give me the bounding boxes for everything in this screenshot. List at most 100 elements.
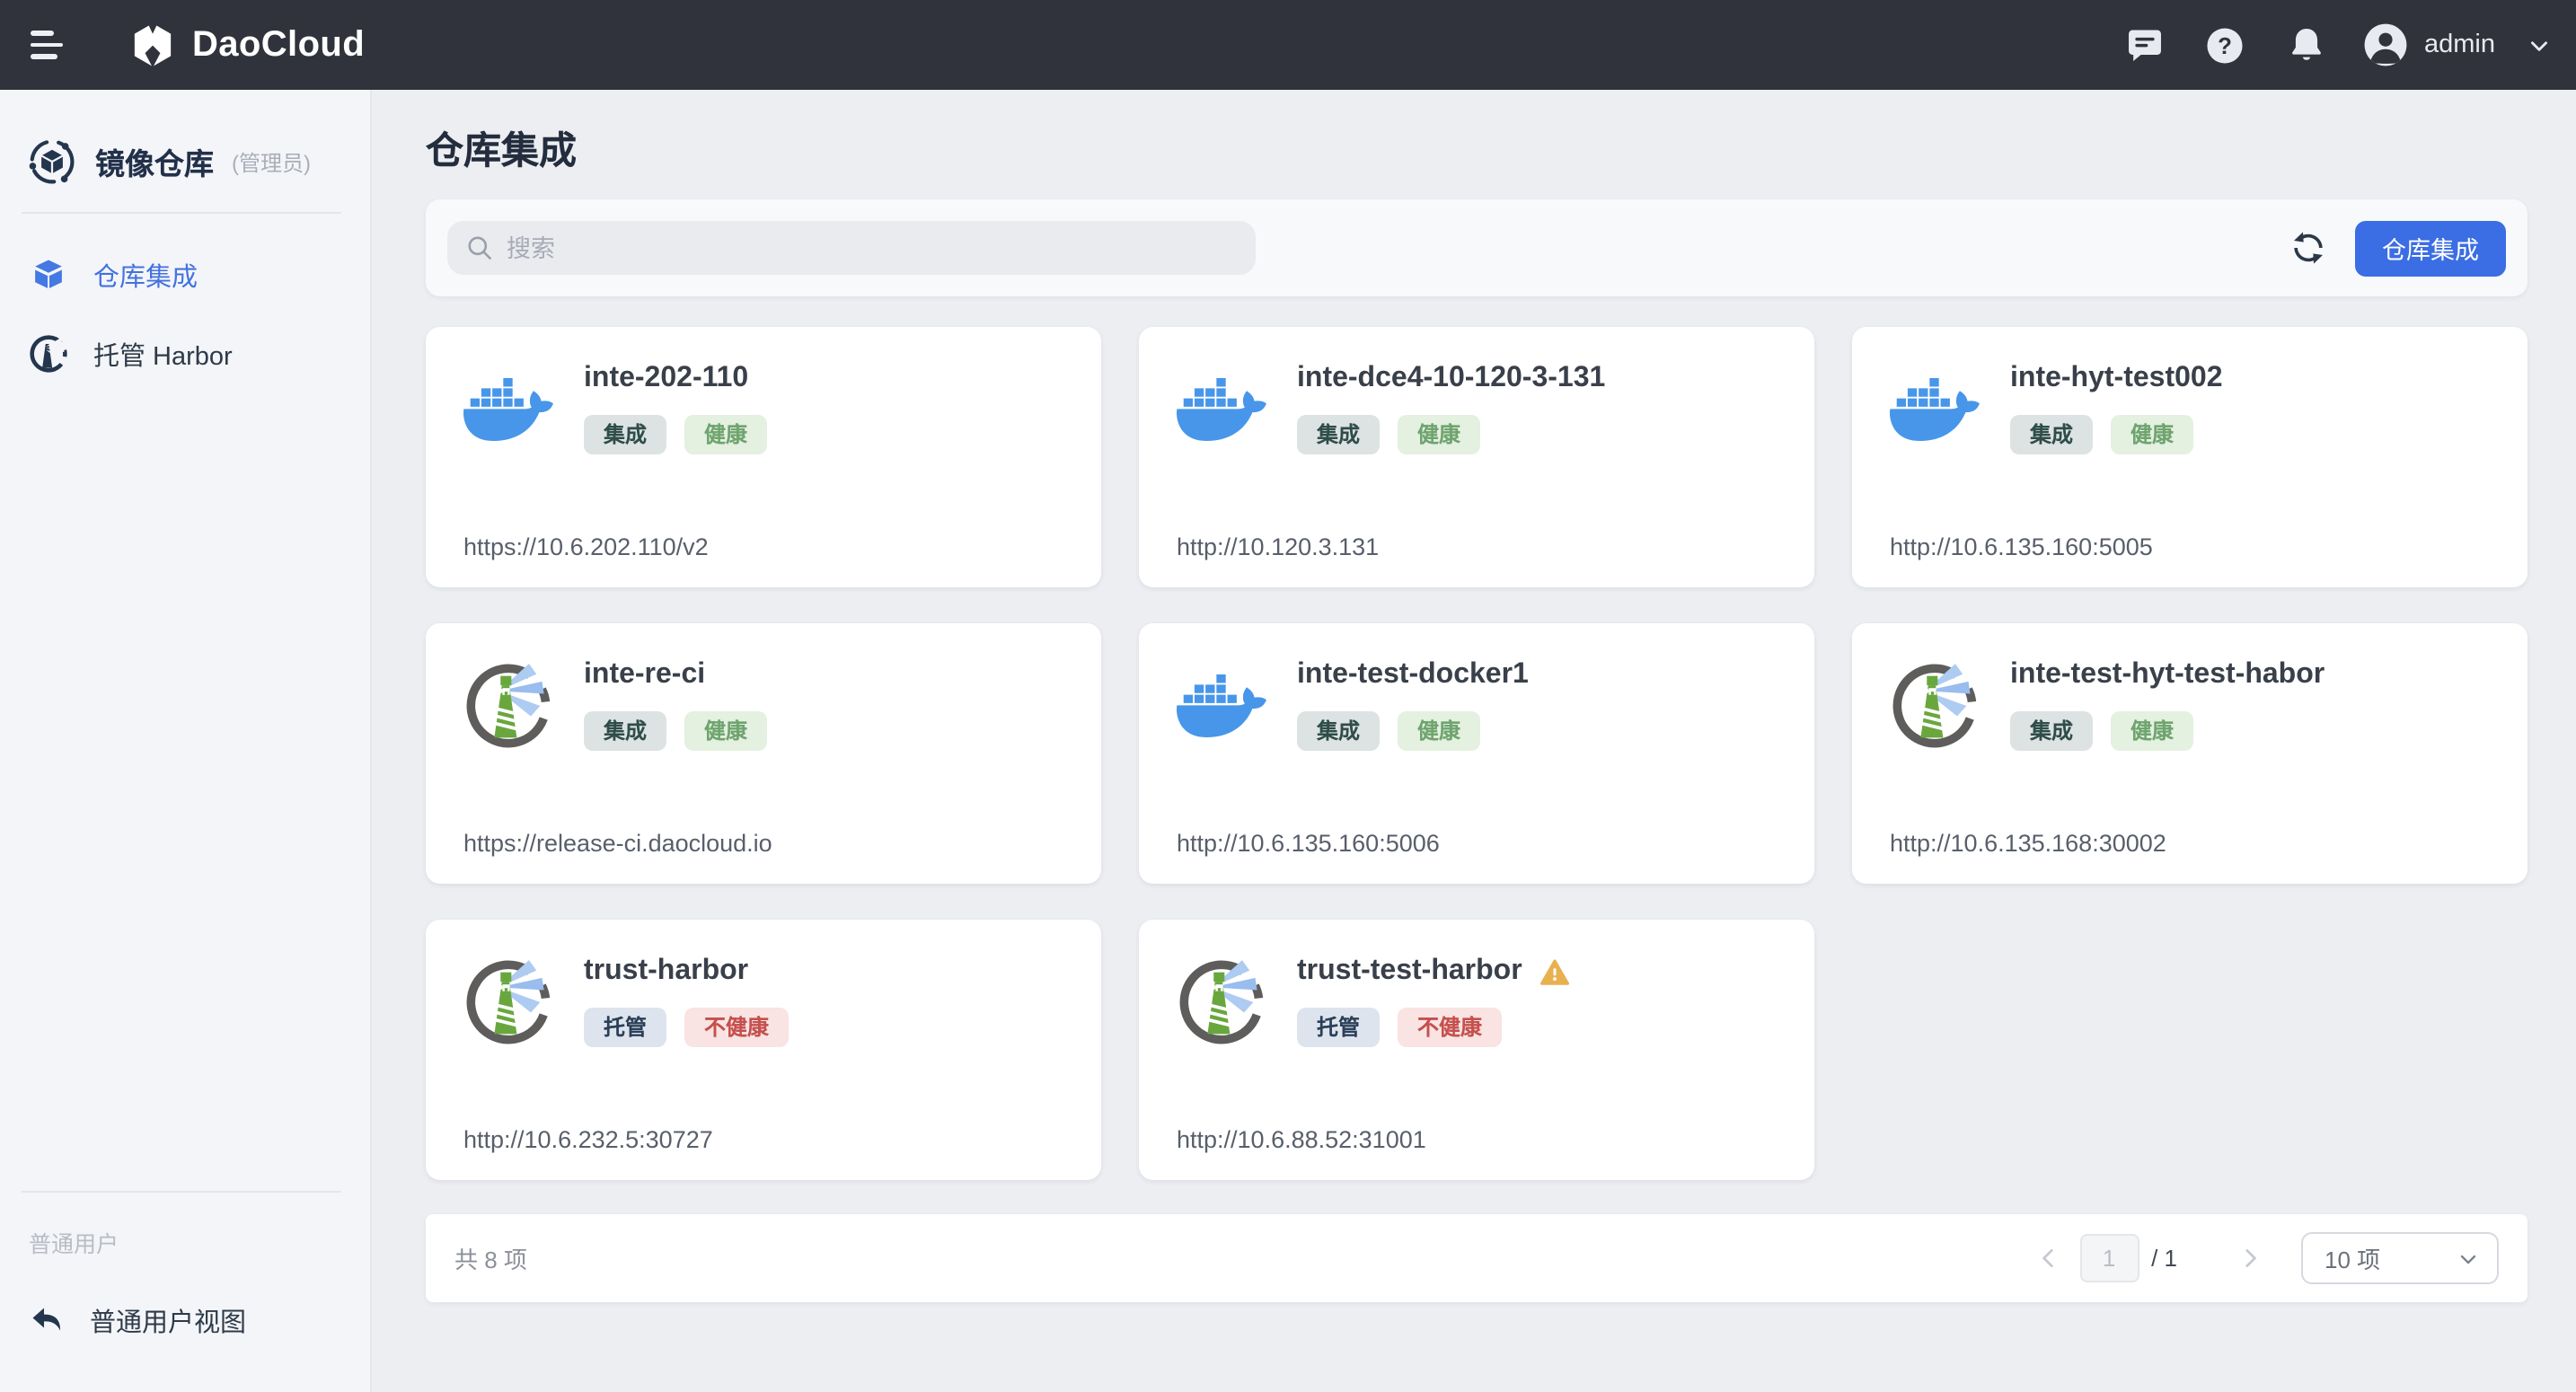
user-avatar-icon [2361, 22, 2408, 68]
registry-url: http://10.6.135.168:30002 [1890, 830, 2490, 857]
docker-icon [1177, 669, 1266, 741]
app-window: DaoCloud ? [0, 0, 2576, 1392]
toolbar: 仓库集成 [426, 199, 2527, 296]
sidebar: 镜像仓库 (管理员) 仓库集成 [0, 90, 372, 1392]
page-title: 仓库集成 [426, 122, 2527, 176]
badge-healthy: 健康 [1398, 711, 1480, 751]
registry-card[interactable]: inte-test-docker1 集成健康 http://10.6.135.1… [1139, 623, 1814, 884]
registry-name: inte-hyt-test002 [2010, 363, 2223, 395]
sidebar-item-normal-user-view[interactable]: 普通用户视图 [0, 1281, 370, 1360]
registry-url: http://10.6.135.160:5005 [1890, 533, 2490, 560]
registry-badges: 集成健康 [584, 711, 767, 751]
registry-badges: 集成健康 [584, 415, 767, 454]
registry-badges: 集成健康 [2010, 415, 2223, 454]
docker-icon [1890, 373, 1980, 445]
page-number-input[interactable] [2079, 1234, 2139, 1282]
brand-name: DaoCloud [192, 24, 365, 66]
page-size-select[interactable]: 10 项 [2301, 1232, 2499, 1284]
docker-icon [1177, 373, 1266, 445]
badge-healthy: 健康 [684, 415, 767, 454]
registry-card[interactable]: inte-dce4-10-120-3-131 集成健康 http://10.12… [1139, 327, 1814, 587]
back-arrow-icon [29, 1302, 65, 1338]
registry-badges: 集成健康 [1297, 711, 1529, 751]
registry-url: http://10.6.88.52:31001 [1177, 1126, 1777, 1153]
badge-integrated: 集成 [2010, 415, 2093, 454]
sidebar-section-header: 镜像仓库 (管理员) [0, 90, 370, 212]
svg-text:?: ? [2218, 33, 2232, 58]
search-box[interactable] [447, 221, 1256, 275]
badge-integrated: 集成 [1297, 711, 1380, 751]
notification-icon[interactable] [2284, 23, 2327, 66]
badge-healthy: 健康 [684, 711, 767, 751]
registry-url: https://10.6.202.110/v2 [463, 533, 1063, 560]
badge-hosted: 托管 [584, 1008, 666, 1047]
total-count: 共 8 项 [454, 1241, 527, 1275]
badge-integrated: 集成 [584, 415, 666, 454]
badge-integrated: 集成 [2010, 711, 2093, 751]
badge-healthy: 健康 [2111, 415, 2193, 454]
registry-type-icon [1177, 956, 1266, 1046]
message-icon[interactable] [2122, 23, 2166, 66]
sidebar-item-registry-integration[interactable]: 仓库集成 [0, 235, 370, 314]
page-size-label: 10 项 [2325, 1241, 2457, 1275]
registry-name: trust-test-harbor [1297, 956, 1522, 988]
docker-icon [463, 373, 553, 445]
help-icon[interactable]: ? [2203, 23, 2246, 66]
harbor-icon [463, 956, 553, 1046]
pagination-bar: 共 8 项 / 1 10 项 [426, 1214, 2527, 1302]
brand-logo[interactable]: DaoCloud [129, 22, 365, 68]
registry-cube-icon [27, 137, 77, 187]
sidebar-item-hosted-harbor[interactable]: 托管 Harbor [0, 314, 370, 393]
sidebar-item-label: 托管 Harbor [93, 335, 233, 373]
badge-unhealthy: 不健康 [1398, 1008, 1502, 1047]
registry-badges: 托管不健康 [1297, 1008, 1571, 1047]
sidebar-title: 镜像仓库 [95, 140, 214, 183]
badge-unhealthy: 不健康 [684, 1008, 789, 1047]
registry-type-icon [1890, 373, 1980, 445]
registry-name: inte-test-docker1 [1297, 659, 1529, 692]
registry-url: https://release-ci.daocloud.io [463, 830, 1063, 857]
badge-integrated: 集成 [1297, 415, 1380, 454]
registry-card[interactable]: trust-test-harbor 托管不健康 http://10.6.88.5… [1139, 920, 1814, 1180]
registry-badges: 集成健康 [1297, 415, 1605, 454]
badge-healthy: 健康 [2111, 711, 2193, 751]
registry-type-icon [1177, 373, 1266, 445]
harbor-icon [1177, 956, 1266, 1046]
registry-name: inte-re-ci [584, 659, 705, 692]
chevron-down-icon [2457, 1247, 2479, 1269]
create-integration-button[interactable]: 仓库集成 [2355, 220, 2506, 276]
registry-name: trust-harbor [584, 956, 748, 988]
harbor-icon [1890, 660, 1980, 750]
badge-hosted: 托管 [1297, 1008, 1380, 1047]
registry-card[interactable]: trust-harbor 托管不健康 http://10.6.232.5:307… [426, 920, 1101, 1180]
search-input[interactable] [507, 234, 1238, 261]
registry-card[interactable]: inte-re-ci 集成健康 https://release-ci.daocl… [426, 623, 1101, 884]
badge-healthy: 健康 [1398, 415, 1480, 454]
user-name: admin [2424, 31, 2495, 59]
search-icon [465, 233, 494, 262]
sidebar-item-label: 仓库集成 [93, 256, 198, 294]
registry-badges: 托管不健康 [584, 1008, 789, 1047]
hamburger-icon[interactable] [31, 27, 66, 63]
registry-card[interactable]: inte-hyt-test002 集成健康 http://10.6.135.16… [1852, 327, 2527, 587]
daocloud-logo-icon [129, 22, 176, 68]
refresh-icon[interactable] [2278, 217, 2339, 278]
harbor-icon [463, 660, 553, 750]
registry-type-icon [1890, 660, 1980, 750]
chevron-left-icon[interactable] [2029, 1247, 2067, 1270]
registry-name: inte-202-110 [584, 363, 748, 395]
chevron-down-icon [2527, 33, 2551, 57]
registry-type-icon [463, 373, 553, 445]
registry-card[interactable]: inte-202-110 集成健康 https://10.6.202.110/v… [426, 327, 1101, 587]
harbor-mono-icon [29, 334, 68, 374]
registry-name: inte-dce4-10-120-3-131 [1297, 363, 1605, 395]
registry-card[interactable]: inte-test-hyt-test-habor 集成健康 http://10.… [1852, 623, 2527, 884]
user-menu[interactable]: admin [2361, 22, 2551, 68]
chevron-right-icon[interactable] [2231, 1247, 2269, 1270]
registry-type-icon [1177, 669, 1266, 741]
box-icon [29, 255, 68, 295]
card-grid: inte-202-110 集成健康 https://10.6.202.110/v… [426, 327, 2527, 1180]
top-header: DaoCloud ? [0, 0, 2576, 90]
registry-type-icon [463, 956, 553, 1046]
registry-url: http://10.6.135.160:5006 [1177, 830, 1777, 857]
